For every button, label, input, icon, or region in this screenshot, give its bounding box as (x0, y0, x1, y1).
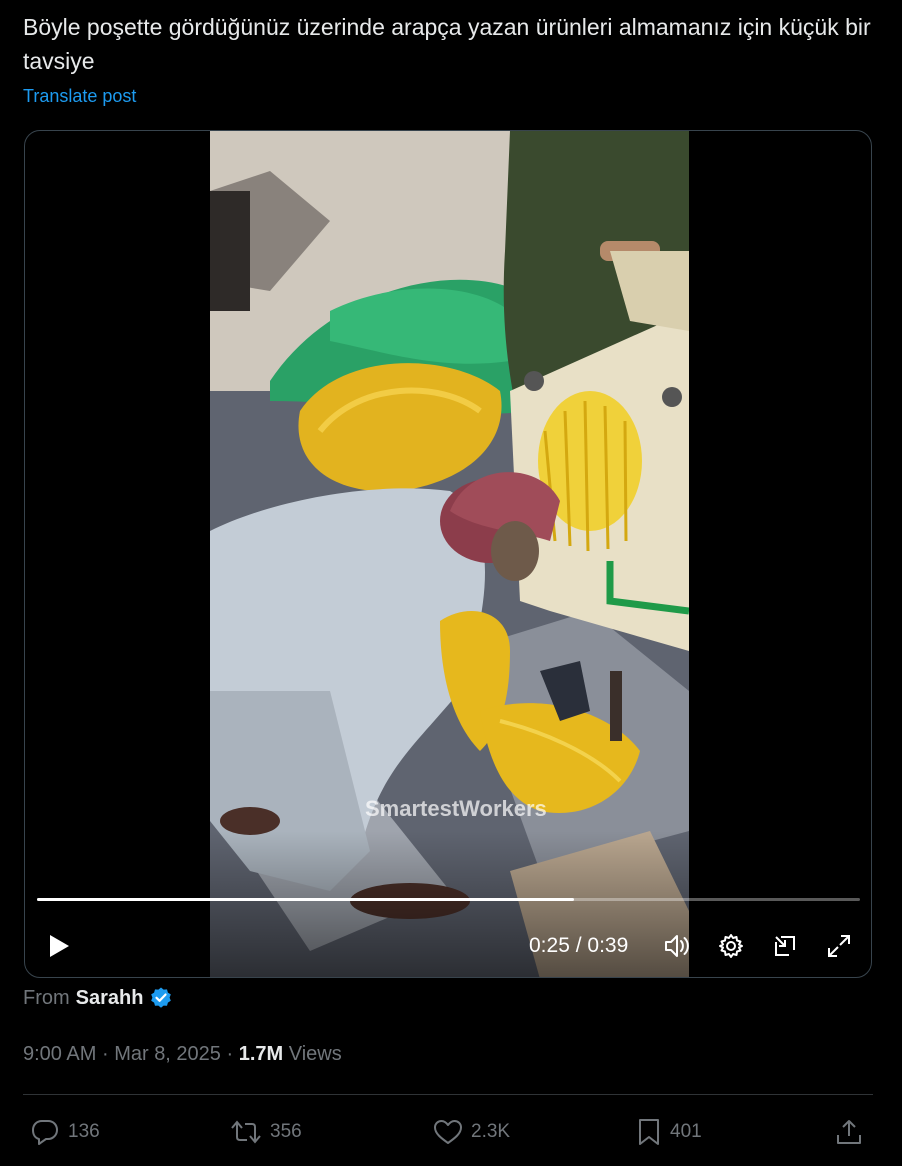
volume-icon (665, 935, 689, 957)
video-controls: 0:25 / 0:39 (25, 921, 871, 971)
picture-in-picture-button[interactable] (767, 921, 803, 971)
heart-icon (434, 1120, 462, 1144)
video-current-time: 0:25 (529, 934, 570, 957)
reply-button[interactable]: 136 (30, 1108, 100, 1156)
reply-icon (32, 1120, 58, 1145)
share-button[interactable] (835, 1108, 863, 1156)
like-button[interactable]: 2.3K (433, 1108, 510, 1156)
like-count: 2.3K (471, 1121, 511, 1142)
repost-icon (231, 1120, 261, 1144)
video-frame[interactable]: SmartestWorkers (210, 131, 689, 977)
post-actions: 136 356 2.3K 401 (0, 1108, 902, 1156)
post-text: Böyle poşette gördüğünüz üzerinde arapça… (23, 14, 871, 74)
attribution-author-link[interactable]: Sarahh (76, 987, 144, 1010)
video-still-image: SmartestWorkers (210, 131, 689, 977)
views-count: 1.7M (238, 1043, 284, 1065)
fullscreen-button[interactable] (821, 921, 857, 971)
video-progress-bar[interactable] (37, 898, 860, 901)
views-label: Views (288, 1043, 342, 1065)
bookmark-button[interactable]: 401 (636, 1108, 702, 1156)
fullscreen-icon (828, 935, 850, 957)
verified-badge-icon (151, 987, 172, 1008)
post-date[interactable]: Mar 8, 2025 (114, 1043, 221, 1065)
play-icon (50, 935, 69, 957)
repost-button[interactable]: 356 (230, 1108, 302, 1156)
bookmark-count: 401 (670, 1121, 702, 1142)
repost-count: 356 (270, 1121, 302, 1142)
video-attribution: From Sarahh (23, 986, 173, 1010)
picture-in-picture-icon (775, 936, 795, 956)
bookmark-icon (639, 1119, 659, 1145)
divider (23, 1094, 873, 1095)
video-progress-fill (37, 898, 575, 901)
share-icon (837, 1120, 861, 1144)
attribution-prefix: From (23, 986, 70, 1009)
video-duration: 0:39 (587, 934, 629, 957)
post-meta: 9:00 AM · Mar 8, 2025 · 1.7M Views (23, 1043, 342, 1066)
gear-icon (719, 934, 743, 958)
post-time[interactable]: 9:00 AM (23, 1043, 96, 1065)
mute-button[interactable] (659, 921, 695, 971)
reply-count: 136 (68, 1121, 100, 1142)
settings-button[interactable] (713, 921, 749, 971)
video-watermark: SmartestWorkers (365, 796, 547, 821)
play-button[interactable] (39, 921, 79, 971)
video-time-separator: / (575, 934, 582, 957)
video-player[interactable]: SmartestWorkers 0:25 / 0:39 (24, 130, 872, 978)
meta-separator: · (226, 1043, 234, 1065)
video-time: 0:25 / 0:39 (529, 934, 628, 958)
translate-post-link[interactable]: Translate post (23, 86, 136, 107)
meta-separator: · (101, 1043, 109, 1065)
